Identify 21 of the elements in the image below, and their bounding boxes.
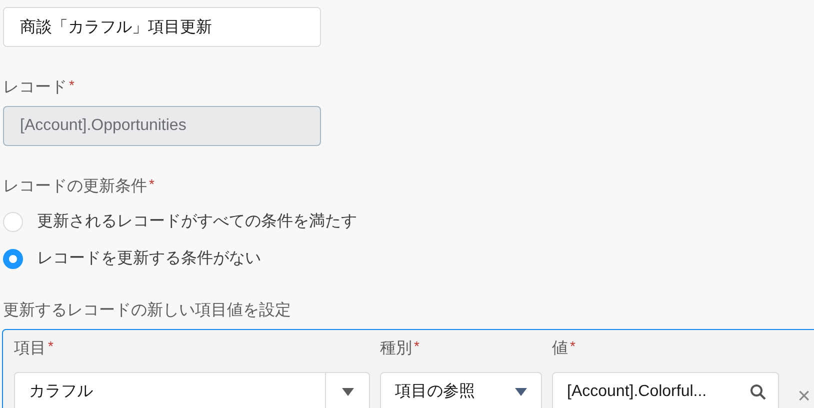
search-icon — [750, 384, 766, 400]
radio-label[interactable]: レコードを更新する条件がない — [37, 248, 261, 269]
section-label: 更新するレコードの新しい項目値を設定 — [3, 300, 291, 321]
radio-button[interactable] — [3, 248, 23, 268]
field-label: 種別 — [380, 339, 412, 359]
field-label: レコードの更新条件 — [3, 176, 147, 197]
field-label: 値 — [552, 339, 568, 359]
lookup-field[interactable]: [Account].Colorful... — [552, 372, 779, 408]
required-mark: * — [570, 338, 576, 356]
radio-label[interactable]: 更新されるレコードがすべての条件を満たす — [37, 211, 357, 232]
required-mark: * — [69, 77, 74, 95]
field-label: レコード — [3, 78, 67, 98]
name-field[interactable]: 商談「カラフル」項目更新 — [3, 7, 321, 47]
combobox[interactable]: カラフル — [14, 372, 370, 408]
field-label: 項目 — [14, 339, 46, 359]
required-mark: * — [414, 338, 420, 356]
required-mark: * — [149, 176, 154, 194]
required-mark: * — [48, 338, 54, 356]
caret-icon — [342, 388, 354, 396]
caret-icon — [515, 388, 527, 396]
select-field[interactable]: 項目の参照 — [380, 372, 542, 408]
